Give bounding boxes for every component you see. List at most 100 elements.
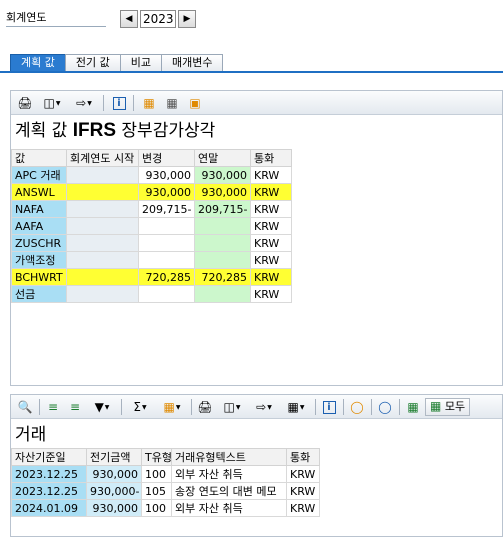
previous-year-button[interactable]: ◀ — [120, 10, 138, 28]
col-amount[interactable]: 전기금액 — [86, 448, 142, 466]
year-end-cell — [194, 285, 251, 303]
spreadsheet-icon: ▦ — [166, 96, 178, 110]
plan-panel-title: 계획 값 IFRS 장부감가상각 — [15, 120, 215, 142]
chevron-down-icon: ▼ — [55, 99, 61, 107]
date-cell: 2023.12.25 — [11, 465, 87, 483]
export-button[interactable]: ⇨ ▼ — [69, 94, 99, 112]
table-row[interactable]: 가액조정 KRW — [11, 251, 292, 269]
type-text-cell: 송장 연도의 대변 메모 — [171, 482, 287, 500]
currency-cell: KRW — [250, 234, 292, 252]
export-button[interactable]: ⇨ ▼ — [249, 398, 279, 416]
filter-button[interactable]: ▼ ▼ — [87, 398, 117, 416]
table-row[interactable]: 2023.12.25 930,000- 105 송장 연도의 대변 메모 KRW — [11, 482, 320, 500]
table-row[interactable]: 2023.12.25 930,000 100 외부 자산 취득 KRW — [11, 465, 320, 483]
col-year-end[interactable]: 연말 — [194, 149, 251, 167]
year-end-cell: 209,715- — [194, 200, 251, 218]
currency-cell: KRW — [250, 200, 292, 218]
sort-ascending-icon: ≡ — [47, 400, 59, 414]
chevron-down-icon: ▼ — [267, 403, 272, 411]
toolbar-separator — [191, 399, 192, 415]
currency-cell: KRW — [250, 251, 292, 269]
col-asset-date[interactable]: 자산기준일 — [11, 448, 87, 466]
filter-icon: ▼ — [94, 400, 104, 414]
chevron-down-icon: ▼ — [175, 403, 181, 411]
currency-cell: KRW — [286, 499, 320, 517]
layout-icon: ▦ — [143, 96, 155, 110]
view-button[interactable]: ◫ ▼ — [217, 398, 247, 416]
change-cell: 930,000 — [138, 183, 195, 201]
fiscal-year-label: 회계연도 — [6, 11, 106, 27]
year-end-cell — [194, 217, 251, 235]
type-cell: 100 — [141, 499, 172, 517]
amount-cell: 930,000 — [86, 499, 142, 517]
change-cell — [138, 217, 195, 235]
spreadsheet-button[interactable]: ▦ — [162, 94, 182, 112]
currency-cell: KRW — [250, 285, 292, 303]
layout-button[interactable]: ▦ — [139, 94, 159, 112]
col-currency[interactable]: 통화 — [286, 448, 320, 466]
sort-ascending-button[interactable]: ≡ — [43, 398, 63, 416]
layout-button[interactable]: ▦ ▼ — [281, 398, 311, 416]
graphic-button[interactable]: ◯ — [347, 398, 367, 416]
year-start-cell — [66, 166, 139, 184]
sort-descending-button[interactable]: ≡ — [65, 398, 85, 416]
year-start-cell — [66, 217, 139, 235]
view-button[interactable]: ◫ ▼ — [37, 94, 67, 112]
table-row[interactable]: ANSWL 930,000 930,000 KRW — [11, 183, 292, 201]
table-row[interactable]: APC 거래 930,000 930,000 KRW — [11, 166, 292, 184]
print-button[interactable]: 🖨 — [15, 94, 35, 112]
transactions-title: 거래 — [15, 425, 47, 445]
col-year-start[interactable]: 회계연도 시작 — [66, 149, 139, 167]
chevron-down-icon: ▼ — [104, 403, 110, 411]
tab-plan-values[interactable]: 계획 값 — [10, 54, 66, 72]
export-icon: ⇨ — [256, 400, 267, 414]
sum-button[interactable]: Σ ▼ — [125, 398, 155, 416]
table-row[interactable]: AAFA KRW — [11, 217, 292, 235]
next-year-button[interactable]: ▶ — [178, 10, 196, 28]
type-cell: 100 — [141, 465, 172, 483]
info-button[interactable]: i — [319, 398, 339, 416]
table-row[interactable]: ZUSCHR KRW — [11, 234, 292, 252]
print-button[interactable]: 🖨 — [195, 398, 215, 416]
currency-cell: KRW — [250, 268, 292, 286]
subtotal-button[interactable]: ▦ ▼ — [157, 398, 187, 416]
table-row[interactable]: 2024.01.09 930,000 100 외부 자산 취득 KRW — [11, 499, 320, 517]
value-key: ZUSCHR — [11, 234, 67, 252]
abc-button[interactable]: ◯ — [375, 398, 395, 416]
currency-cell: KRW — [286, 465, 320, 483]
show-all-label: 모두 — [444, 400, 466, 413]
table-row[interactable]: BCHWRT 720,285 720,285 KRW — [11, 268, 292, 286]
title-area: IFRS — [72, 120, 117, 141]
col-change[interactable]: 변경 — [138, 149, 195, 167]
view-icon: ◫ — [43, 96, 55, 110]
value-key: AAFA — [11, 217, 67, 235]
col-type[interactable]: T유형 — [141, 448, 172, 466]
currency-cell: KRW — [286, 482, 320, 500]
table-row[interactable]: NAFA 209,715- 209,715- KRW — [11, 200, 292, 218]
tab-parameters[interactable]: 매개변수 — [160, 54, 224, 72]
toolbar-separator — [315, 399, 316, 415]
fiscal-year-row: 회계연도 ◀ 2023 ▶ — [0, 8, 503, 30]
info-icon: i — [322, 400, 336, 414]
hierarchy-button[interactable]: ▦ — [403, 398, 423, 416]
transactions-panel: 🔍 ≡ ≡ ▼ ▼ Σ ▼ ▦ ▼ 🖨 ◫ ▼ ⇨ ▼ ▦ ▼ i ◯ ◯ ▦ ▦ 모두 거… — [10, 394, 503, 537]
graphic-button[interactable]: ▣ — [185, 94, 205, 112]
col-value[interactable]: 값 — [11, 149, 67, 167]
year-end-cell: 720,285 — [194, 268, 251, 286]
print-icon: 🖨 — [17, 96, 33, 110]
col-currency[interactable]: 통화 — [250, 149, 292, 167]
transactions-table: 자산기준일 전기금액 T유형 거래유형텍스트 통화 2023.12.25 930… — [11, 448, 320, 517]
tab-comparison[interactable]: 비교 — [119, 54, 162, 72]
show-all-button[interactable]: ▦ 모두 — [425, 398, 471, 416]
table-row[interactable]: 선금 KRW — [11, 285, 292, 303]
year-end-cell — [194, 234, 251, 252]
tab-posted-values[interactable]: 전기 값 — [64, 54, 121, 72]
info-button[interactable]: i — [109, 94, 129, 112]
chevron-down-icon: ▼ — [235, 403, 241, 411]
type-cell: 105 — [141, 482, 172, 500]
col-type-text[interactable]: 거래유형텍스트 — [171, 448, 287, 466]
plan-values-panel: 🖨 ◫ ▼ ⇨ ▼ i ▦ ▦ ▣ 계획 값 IFRS 장부감가상각 값 회계연도 … — [10, 90, 503, 386]
fiscal-year-field[interactable]: 2023 — [140, 10, 176, 28]
graphic-icon: ◯ — [350, 400, 364, 414]
details-button[interactable]: 🔍 — [15, 398, 35, 416]
